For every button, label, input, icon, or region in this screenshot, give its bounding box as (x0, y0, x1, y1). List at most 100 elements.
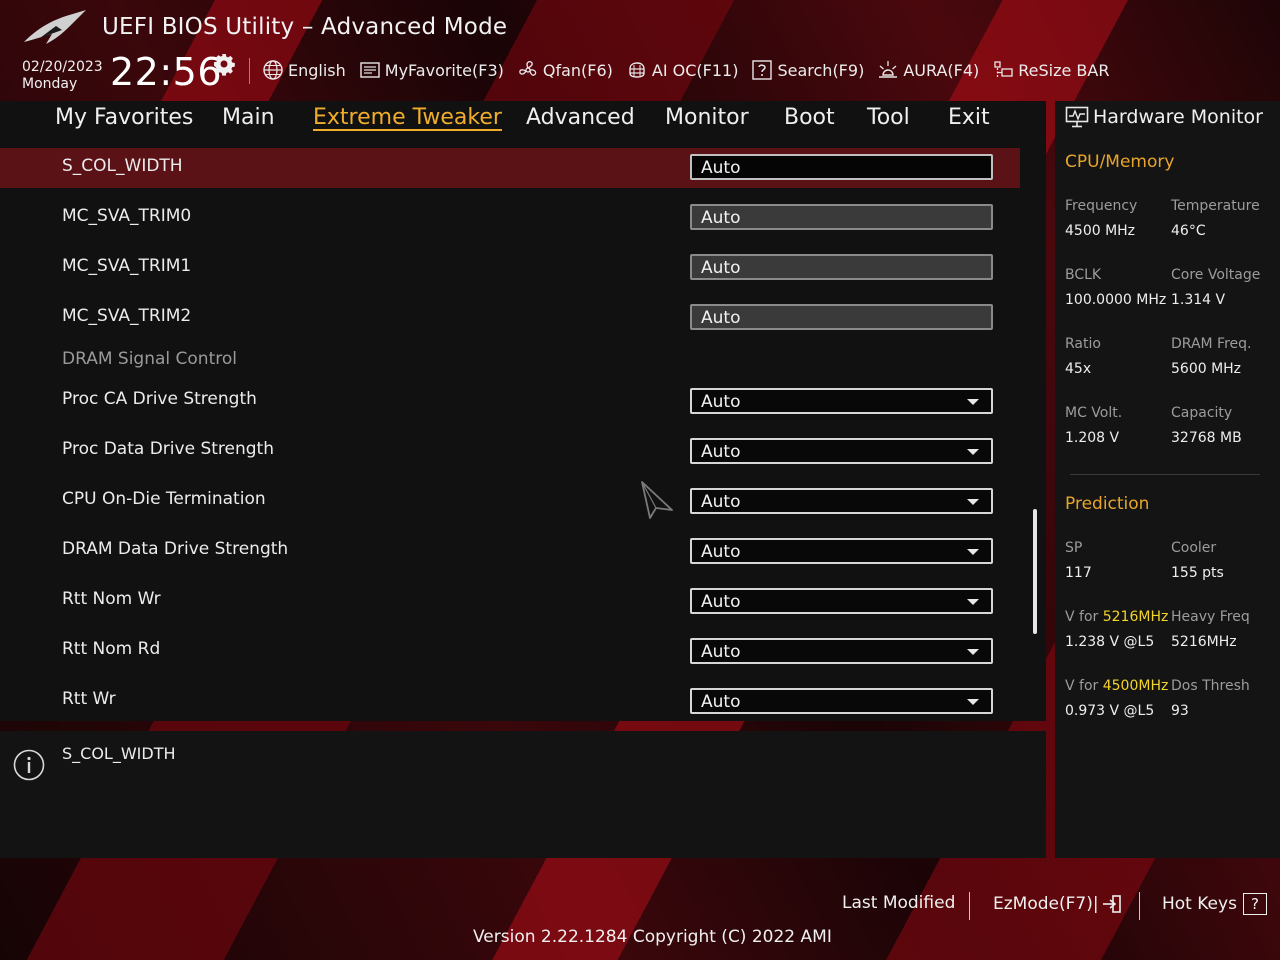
date-text: 02/20/2023 (22, 59, 103, 75)
v-for-text: V for (1065, 678, 1099, 694)
hot-keys-button[interactable]: Hot Keys ? (1162, 893, 1267, 915)
mc-sva-trim2-input[interactable]: Auto (690, 304, 993, 330)
ratio-label: Ratio (1065, 336, 1101, 352)
search-button[interactable]: Search(F9) (751, 59, 864, 81)
proc-ca-drive-strength-select[interactable]: Auto (690, 388, 993, 414)
setting-row-proc-ca-drive-strength[interactable]: Proc CA Drive Strength Auto (0, 382, 1020, 422)
setting-row-rtt-nom-wr[interactable]: Rtt Nom Wr Auto (0, 582, 1020, 622)
setting-row-mc-sva-trim1[interactable]: MC_SVA_TRIM1 Auto (0, 248, 1020, 288)
tab-main[interactable]: Main (222, 105, 275, 130)
rtt-nom-rd-select[interactable]: Auto (690, 638, 993, 664)
select-value: Auto (701, 592, 741, 612)
sp-value: 117 (1065, 565, 1092, 581)
select-value: Auto (701, 492, 741, 512)
aura-light-icon (879, 61, 898, 78)
main-tab-bar: My Favorites Main Extreme Tweaker Advanc… (0, 101, 1046, 139)
chevron-down-icon (967, 599, 979, 605)
cpu-on-die-termination-select[interactable]: Auto (690, 488, 993, 514)
setting-row-proc-data-drive-strength[interactable]: Proc Data Drive Strength Auto (0, 432, 1020, 472)
setting-label: MC_SVA_TRIM1 (62, 256, 192, 276)
freq2-highlight: 4500MHz (1102, 678, 1169, 694)
setting-label: Proc Data Drive Strength (62, 439, 274, 459)
last-modified-button[interactable]: Last Modified (842, 893, 955, 913)
footer-divider (969, 892, 970, 920)
dram-data-drive-strength-select[interactable]: Auto (690, 538, 993, 564)
tab-monitor[interactable]: Monitor (665, 105, 749, 130)
monitor-icon (1065, 106, 1089, 128)
resize-bar-button[interactable]: ReSize BAR (992, 59, 1109, 81)
section-title: DRAM Signal Control (62, 349, 237, 369)
temperature-value: 46°C (1171, 223, 1206, 239)
question-key-icon: ? (1242, 893, 1267, 915)
help-description: S_COL_WIDTH (62, 744, 176, 763)
hardware-monitor-label: Hardware Monitor (1093, 106, 1263, 128)
gear-icon[interactable] (212, 52, 236, 76)
setting-row-cpu-on-die-termination[interactable]: CPU On-Die Termination Auto (0, 482, 1020, 522)
chevron-down-icon (967, 549, 979, 555)
tab-my-favorites[interactable]: My Favorites (55, 105, 193, 130)
s-col-width-input[interactable]: Auto (690, 154, 993, 180)
select-value: Auto (701, 542, 741, 562)
ai-oc-button[interactable]: AI OC(F11) (626, 59, 738, 81)
temperature-label: Temperature (1171, 198, 1260, 214)
language-button[interactable]: English (262, 59, 346, 81)
fan-icon (519, 61, 537, 76)
tab-boot[interactable]: Boot (784, 105, 835, 130)
heavy-freq-label: Heavy Freq (1171, 609, 1250, 625)
tab-extreme-tweaker[interactable]: Extreme Tweaker (313, 105, 502, 130)
v-for-freq1-label: V for 5216MHz (1065, 609, 1168, 625)
mc-sva-trim0-input[interactable]: Auto (690, 204, 993, 230)
hardware-monitor-panel: Hardware Monitor CPU/Memory Frequency Te… (1055, 101, 1280, 858)
aura-label: AURA(F4) (903, 60, 980, 80)
cooler-label: Cooler (1171, 540, 1217, 556)
select-value: Auto (701, 692, 741, 712)
setting-row-rtt-nom-rd[interactable]: Rtt Nom Rd Auto (0, 632, 1020, 672)
v-for-freq2-value: 0.973 V @L5 (1065, 703, 1155, 719)
header-divider (249, 58, 250, 84)
version-copyright: Version 2.22.1284 Copyright (C) 2022 AMI (473, 927, 832, 947)
setting-label: Rtt Nom Wr (62, 589, 161, 609)
setting-label: Proc CA Drive Strength (62, 389, 257, 409)
aura-button[interactable]: AURA(F4) (877, 59, 979, 81)
chevron-down-icon (967, 449, 979, 455)
ratio-value: 45x (1065, 361, 1092, 377)
chevron-down-icon (967, 499, 979, 505)
v-for-text: V for (1065, 609, 1099, 625)
footer-divider (1139, 892, 1140, 920)
ezmode-button[interactable]: EzMode(F7)| (993, 893, 1123, 915)
capacity-value: 32768 MB (1171, 430, 1242, 446)
proc-data-drive-strength-select[interactable]: Auto (690, 438, 993, 464)
capacity-label: Capacity (1171, 405, 1233, 421)
setting-label: Rtt Nom Rd (62, 639, 161, 659)
tab-tool[interactable]: Tool (867, 105, 910, 130)
hardware-monitor-title: Hardware Monitor (1065, 106, 1263, 128)
frequency-value: 4500 MHz (1065, 223, 1136, 239)
setting-row-mc-sva-trim0[interactable]: MC_SVA_TRIM0 Auto (0, 198, 1020, 238)
exit-arrow-icon (1102, 895, 1121, 913)
setting-row-dram-data-drive-strength[interactable]: DRAM Data Drive Strength Auto (0, 532, 1020, 572)
mc-sva-trim1-input[interactable]: Auto (690, 254, 993, 280)
tab-advanced[interactable]: Advanced (526, 105, 635, 130)
setting-label: CPU On-Die Termination (62, 489, 266, 509)
v-for-freq1-value: 1.238 V @L5 (1065, 634, 1155, 650)
chevron-down-icon (967, 699, 979, 705)
rtt-nom-wr-select[interactable]: Auto (690, 588, 993, 614)
cpu-memory-heading: CPU/Memory (1065, 152, 1175, 172)
ai-chip-icon (629, 62, 645, 78)
myfavorite-button[interactable]: MyFavorite(F3) (359, 59, 504, 81)
setting-row-rtt-wr[interactable]: Rtt Wr Auto (0, 682, 1020, 721)
info-icon (13, 749, 45, 781)
resize-bar-icon (994, 61, 1013, 78)
tab-exit[interactable]: Exit (948, 105, 990, 130)
settings-scrollbar[interactable] (1033, 509, 1037, 634)
freq1-highlight: 5216MHz (1102, 609, 1169, 625)
sp-label: SP (1065, 540, 1083, 556)
setting-row-mc-sva-trim2[interactable]: MC_SVA_TRIM2 Auto (0, 298, 1020, 338)
rtt-wr-select[interactable]: Auto (690, 688, 993, 714)
ezmode-label: EzMode(F7)| (993, 894, 1099, 914)
heavy-freq-value: 5216MHz (1171, 634, 1237, 650)
qfan-button[interactable]: Qfan(F6) (517, 59, 613, 81)
bclk-label: BCLK (1065, 267, 1102, 283)
v-for-freq2-label: V for 4500MHz (1065, 678, 1168, 694)
setting-row-s-col-width[interactable]: S_COL_WIDTH Auto (0, 148, 1020, 188)
